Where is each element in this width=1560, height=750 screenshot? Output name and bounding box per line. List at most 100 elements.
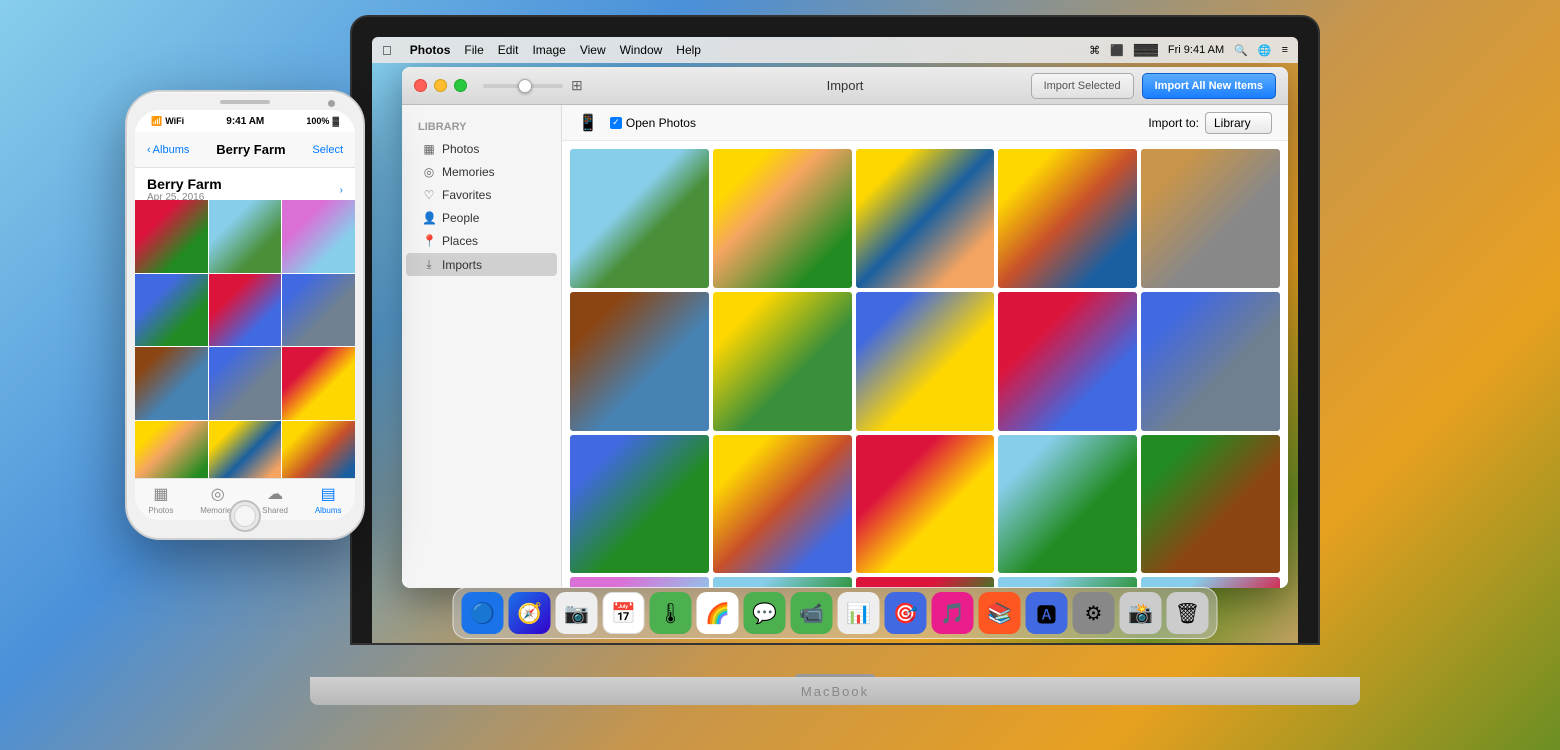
window-menu[interactable]: Window <box>620 43 663 57</box>
photo-thumb-1[interactable] <box>570 149 709 288</box>
sidebar-item-imports[interactable]: ⤓ Imports <box>406 253 557 276</box>
iphone-photo-grid[interactable] <box>135 200 355 478</box>
menu-bar:  Photos File Edit Image View Window Hel… <box>372 37 1298 63</box>
iphone-photo-6[interactable] <box>282 274 355 347</box>
window-body: Library ▦ Photos ◎ Memories ♡ <box>402 105 1288 588</box>
iphone-vol-down-button[interactable] <box>125 198 127 226</box>
photo-thumb-15[interactable] <box>1141 435 1280 574</box>
photo-thumb-11[interactable] <box>570 435 709 574</box>
airplay-icon: ⬛ <box>1110 44 1124 57</box>
window-toolbar: Import Selected Import All New Items <box>1031 73 1276 99</box>
view-menu[interactable]: View <box>580 43 606 57</box>
battery-percent: 100% <box>306 116 329 126</box>
iphone-tab-photos[interactable]: ▦ Photos <box>148 484 173 515</box>
edit-menu[interactable]: Edit <box>498 43 519 57</box>
dock-numbers[interactable]: 📊 <box>838 592 880 634</box>
iphone-photo-10[interactable] <box>135 421 208 478</box>
window-title: Import <box>827 78 864 93</box>
photo-thumb-12[interactable] <box>713 435 852 574</box>
dock-trash[interactable]: 🗑 <box>1167 592 1209 634</box>
iphone-photo-2[interactable] <box>209 200 282 273</box>
dock-pinwheel[interactable]: 🌈 <box>697 592 739 634</box>
spotlight-icon[interactable]: 🌐 <box>1258 44 1272 57</box>
sidebar-item-people[interactable]: 👤 People <box>406 207 557 229</box>
dock-messages[interactable]: 💬 <box>744 592 786 634</box>
dock-systemprefs[interactable]: ⚙ <box>1073 592 1115 634</box>
apple-menu[interactable]:  <box>382 43 392 58</box>
iphone-photo-5[interactable] <box>209 274 282 347</box>
iphone-photo-11[interactable] <box>209 421 282 478</box>
import-all-button[interactable]: Import All New Items <box>1142 73 1276 99</box>
photo-grid-area[interactable]: 📱 ✓ Open Photos Import to: Library <box>562 105 1288 588</box>
photo-thumb-3[interactable] <box>856 149 995 288</box>
import-to-select[interactable]: Library Album <box>1205 112 1272 134</box>
macbook-screen-inner:  Photos File Edit Image View Window Hel… <box>372 37 1298 643</box>
grid-view-icon[interactable]: ⊞ <box>571 77 583 94</box>
menu-bar-right: ⌘ ⬛ ▓▓▓ Fri 9:41 AM 🔍 🌐 ≡ <box>1089 44 1288 57</box>
zoom-slider[interactable] <box>483 84 563 88</box>
help-menu[interactable]: Help <box>676 43 701 57</box>
iphone-photo-3[interactable] <box>282 200 355 273</box>
sidebar-item-photos[interactable]: ▦ Photos <box>406 138 557 160</box>
iphone-photo-7[interactable] <box>135 347 208 420</box>
close-button[interactable] <box>414 79 427 92</box>
import-selected-button[interactable]: Import Selected <box>1031 73 1134 99</box>
dock-keynote[interactable]: 🎯 <box>885 592 927 634</box>
dock-weather[interactable]: 🌡 <box>650 592 692 634</box>
dock-music[interactable]: 🎵 <box>932 592 974 634</box>
dock-safari[interactable]: 🧭 <box>509 592 551 634</box>
photo-thumb-8[interactable] <box>856 292 995 431</box>
window-titlebar: ⊞ Import Import Selected Import All New … <box>402 67 1288 105</box>
photo-thumb-13[interactable] <box>856 435 995 574</box>
battery-icon: ▓ <box>332 116 339 126</box>
iphone-status-left: 📶 WiFi <box>151 116 184 127</box>
iphone-photo-9[interactable] <box>282 347 355 420</box>
dock-photos[interactable]: 📷 <box>556 592 598 634</box>
photo-thumb-9[interactable] <box>998 292 1137 431</box>
photo-thumb-5[interactable] <box>1141 149 1280 288</box>
photos-window: ⊞ Import Import Selected Import All New … <box>402 67 1288 588</box>
photo-thumb-10[interactable] <box>1141 292 1280 431</box>
iphone-photo-1[interactable] <box>135 200 208 273</box>
iphone-home-button[interactable] <box>229 500 261 532</box>
iphone-power-button[interactable] <box>363 172 365 212</box>
dock-books[interactable]: 📚 <box>979 592 1021 634</box>
image-menu[interactable]: Image <box>532 43 565 57</box>
dock-calendar[interactable]: 📅 <box>603 592 645 634</box>
sidebar-item-favorites[interactable]: ♡ Favorites <box>406 184 557 206</box>
dock-photobooth[interactable]: 📸 <box>1120 592 1162 634</box>
photo-thumb-2[interactable] <box>713 149 852 288</box>
minimize-button[interactable] <box>434 79 447 92</box>
iphone-photo-12[interactable] <box>282 421 355 478</box>
iphone: 📶 WiFi 9:41 AM 100% ▓ ‹ Albums Berry Far… <box>125 90 365 540</box>
dock-finder[interactable]: 🔵 <box>462 592 504 634</box>
iphone-vol-up-button[interactable] <box>125 162 127 190</box>
photo-thumb-7[interactable] <box>713 292 852 431</box>
menu-bar-left:  Photos File Edit Image View Window Hel… <box>382 43 701 58</box>
iphone-select-button[interactable]: Select <box>312 144 343 156</box>
photo-thumb-14[interactable] <box>998 435 1137 574</box>
photos-tab-label: Photos <box>148 506 173 515</box>
iphone-tab-albums[interactable]: ▤ Albums <box>315 484 342 515</box>
iphone-photo-4[interactable] <box>135 274 208 347</box>
memories-tab-icon: ◎ <box>211 484 225 504</box>
iphone-photo-8[interactable] <box>209 347 282 420</box>
dock-appstore[interactable]: 🅰 <box>1026 592 1068 634</box>
search-icon[interactable]: 🔍 <box>1234 44 1248 57</box>
iphone-album-header: Berry Farm Apr 25, 2016 › <box>135 168 355 200</box>
dock-facetime[interactable]: 📹 <box>791 592 833 634</box>
file-menu[interactable]: File <box>464 43 483 57</box>
sidebar-item-memories[interactable]: ◎ Memories <box>406 161 557 183</box>
open-photos-checkbox[interactable]: ✓ <box>610 117 622 129</box>
photo-thumb-6[interactable] <box>570 292 709 431</box>
iphone-back-button[interactable]: ‹ Albums <box>147 144 189 156</box>
maximize-button[interactable] <box>454 79 467 92</box>
photo-thumb-4[interactable] <box>998 149 1137 288</box>
sidebar-item-places[interactable]: 📍 Places <box>406 230 557 252</box>
albums-tab-icon: ▤ <box>321 484 336 504</box>
app-name-menu[interactable]: Photos <box>410 43 451 57</box>
open-photos-checkbox-area[interactable]: ✓ Open Photos <box>610 116 696 130</box>
iphone-speaker <box>220 100 270 104</box>
sidebar-photos-label: Photos <box>442 142 479 156</box>
iphone-tab-shared[interactable]: ☁ Shared <box>262 484 288 515</box>
